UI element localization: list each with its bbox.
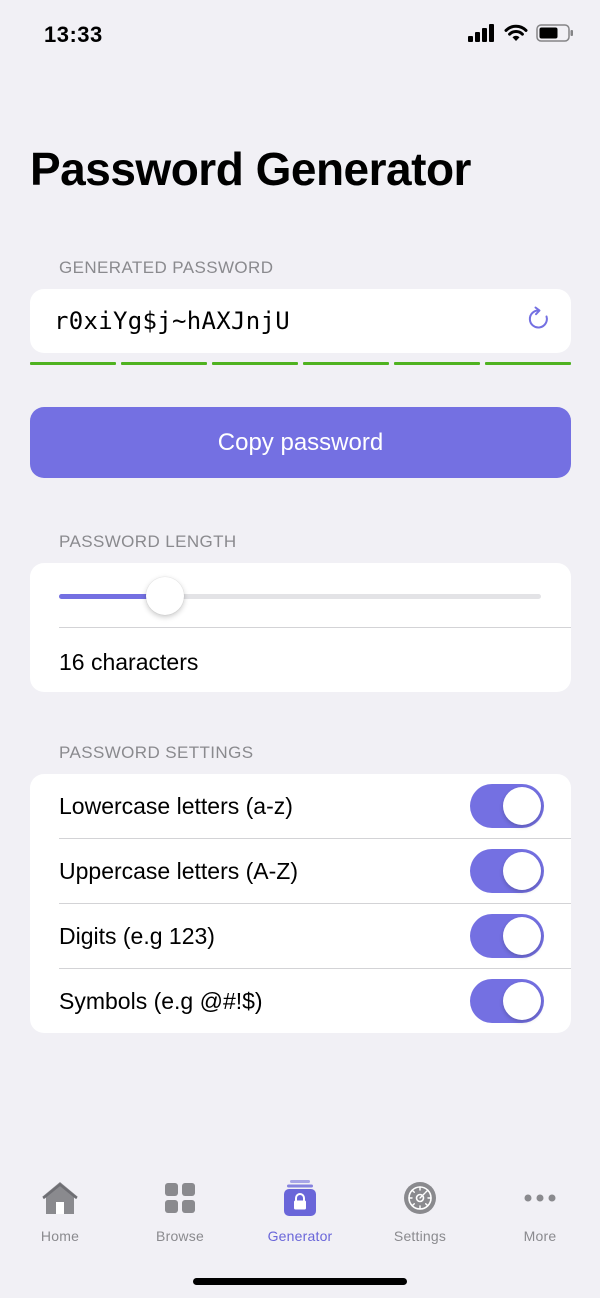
- strength-segment: [212, 362, 298, 365]
- toggle-knob: [503, 787, 541, 825]
- toggle-knob: [503, 917, 541, 955]
- setting-row-uppercase: Uppercase letters (A-Z): [30, 839, 571, 904]
- refresh-icon: [526, 306, 552, 337]
- digits-toggle[interactable]: [470, 914, 544, 958]
- password-length-value: 16 characters: [59, 649, 199, 675]
- password-length-card: 16 characters: [30, 563, 571, 692]
- wifi-icon: [504, 24, 528, 47]
- copy-password-button[interactable]: Copy password: [30, 407, 571, 478]
- home-icon: [40, 1178, 80, 1218]
- generated-password-section-label: GENERATED PASSWORD: [59, 258, 274, 277]
- password-strength-meter: [30, 362, 571, 366]
- symbols-toggle[interactable]: [470, 979, 544, 1023]
- strength-segment: [394, 362, 480, 365]
- strength-segment: [485, 362, 571, 365]
- tab-settings[interactable]: Settings: [360, 1178, 480, 1258]
- lowercase-toggle[interactable]: [470, 784, 544, 828]
- generated-password-value[interactable]: r0xiYg$j~hAXJnjU: [54, 307, 290, 335]
- setting-label-digits: Digits (e.g 123): [59, 923, 215, 949]
- page-title: Password Generator: [30, 143, 471, 195]
- password-settings-card: Lowercase letters (a-z) Uppercase letter…: [30, 774, 571, 1033]
- length-slider-thumb[interactable]: [146, 577, 185, 615]
- tab-more[interactable]: More: [480, 1178, 600, 1258]
- tab-settings-label: Settings: [393, 1228, 447, 1244]
- tab-generator[interactable]: Generator: [240, 1178, 360, 1258]
- strength-segment: [121, 362, 207, 365]
- password-length-section-label: PASSWORD LENGTH: [59, 532, 237, 551]
- lock-icon: [280, 1178, 320, 1218]
- password-settings-section-label: PASSWORD SETTINGS: [59, 743, 254, 762]
- setting-row-symbols: Symbols (e.g @#!$): [30, 969, 571, 1034]
- tab-browse[interactable]: Browse: [120, 1178, 240, 1258]
- tab-generator-label: Generator: [267, 1228, 333, 1244]
- setting-label-uppercase: Uppercase letters (A-Z): [59, 858, 299, 884]
- strength-segment: [303, 362, 389, 365]
- strength-segment: [30, 362, 116, 365]
- password-card: r0xiYg$j~hAXJnjU: [30, 289, 571, 353]
- tab-more-label: More: [523, 1228, 557, 1244]
- uppercase-toggle[interactable]: [470, 849, 544, 893]
- status-icons: [468, 24, 574, 47]
- gear-icon: [400, 1178, 440, 1218]
- regenerate-button[interactable]: [525, 306, 553, 337]
- toggle-knob: [503, 852, 541, 890]
- toggle-knob: [503, 982, 541, 1020]
- setting-row-lowercase: Lowercase letters (a-z): [30, 774, 571, 839]
- status-bar: 13:33: [0, 0, 600, 70]
- status-time: 13:33: [44, 22, 103, 47]
- length-slider[interactable]: [59, 577, 541, 615]
- signal-icon: [468, 24, 496, 47]
- battery-icon: [536, 24, 574, 47]
- tab-browse-label: Browse: [156, 1228, 204, 1244]
- divider: [59, 627, 571, 628]
- tab-bar: Home Browse Generator Settings More: [0, 1178, 600, 1258]
- ellipsis-icon: [520, 1178, 560, 1218]
- grid-icon: [160, 1178, 200, 1218]
- setting-row-digits: Digits (e.g 123): [30, 904, 571, 969]
- tab-home-label: Home: [40, 1228, 80, 1244]
- setting-label-symbols: Symbols (e.g @#!$): [59, 988, 263, 1014]
- setting-label-lowercase: Lowercase letters (a-z): [59, 793, 293, 819]
- tab-home[interactable]: Home: [0, 1178, 120, 1258]
- home-indicator: [193, 1278, 407, 1285]
